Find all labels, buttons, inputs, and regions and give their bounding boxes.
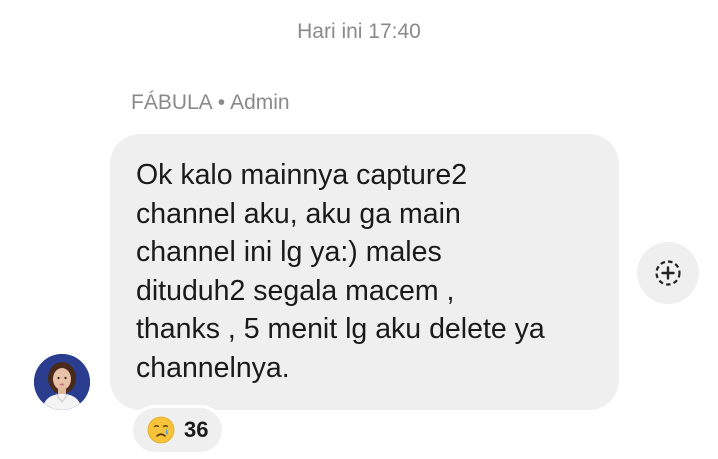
- message-timestamp: Hari ini 17:40: [297, 20, 421, 43]
- avatar[interactable]: [34, 354, 90, 410]
- message-text: Ok kalo mainnya capture2 channel aku, ak…: [136, 159, 545, 384]
- reaction-count: 36: [184, 417, 209, 442]
- sender-separator: •: [217, 91, 226, 114]
- profile-photo-icon: [34, 354, 90, 410]
- crying-face-icon: [147, 416, 175, 444]
- message-bubble[interactable]: Ok kalo mainnya capture2 channel aku, ak…: [110, 134, 619, 410]
- reaction-pill[interactable]: 36: [130, 405, 226, 455]
- add-reaction-icon: [655, 260, 681, 286]
- add-reaction-button[interactable]: [637, 242, 699, 304]
- sender-info: FÁBULA • Admin: [131, 91, 290, 115]
- sender-role: Admin: [230, 91, 290, 114]
- sender-name: FÁBULA: [131, 91, 213, 114]
